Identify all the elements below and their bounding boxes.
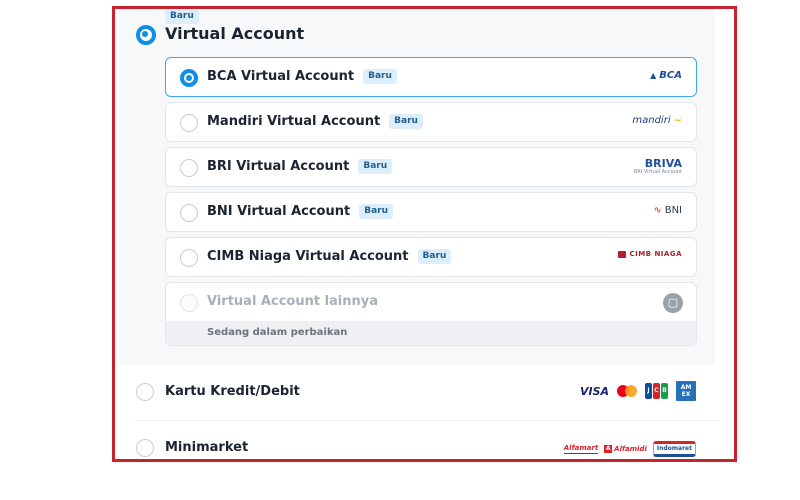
bni-logo: ∿ BNI	[653, 205, 682, 216]
briva-logo: BRIVA BRI Virtual Account	[633, 157, 682, 175]
credit-card-radio[interactable]	[136, 383, 154, 401]
maintenance-notice: Sedang dalam perbaikan	[166, 321, 696, 345]
bank-option-bca[interactable]: BCA Virtual Account Baru ▲ BCA	[165, 57, 697, 97]
other-va-radio	[180, 294, 198, 312]
bank-option-bri[interactable]: BRI Virtual Account Baru BRIVA BRI Virtu…	[165, 147, 697, 187]
jcb-logo: JCB	[645, 383, 668, 399]
bank-option-cimb-niaga[interactable]: CIMB Niaga Virtual Account Baru CIMB NIA…	[165, 237, 697, 277]
virtual-account-title[interactable]: Virtual Account	[165, 24, 304, 43]
other-va-label: Virtual Account lainnya	[207, 294, 379, 309]
section-credit-debit-card[interactable]: Kartu Kredit/Debit VISA JCB AM EX	[115, 365, 734, 421]
alfamart-logo: Alfamart	[563, 444, 599, 454]
bank-option-bni[interactable]: BNI Virtual Account Baru ∿ BNI	[165, 192, 697, 232]
mandiri-logo: mandiri ~	[632, 115, 682, 126]
bank-icon: ▢	[663, 293, 683, 313]
minimarket-logos: Alfamart A Alfamidi Indomaret	[563, 441, 696, 457]
minimarket-title: Minimarket	[165, 440, 249, 455]
bni-label: BNI Virtual Account	[207, 204, 351, 219]
mandiri-radio[interactable]	[180, 114, 198, 132]
alfamidi-logo: A Alfamidi	[604, 445, 647, 453]
payment-method-panel: Baru Virtual Account BCA Virtual Account…	[112, 6, 737, 462]
group-new-badge: Baru	[165, 9, 199, 24]
screen: Baru Virtual Account BCA Virtual Account…	[0, 0, 800, 500]
card-network-logos: VISA JCB AM EX	[580, 381, 696, 401]
mastercard-logo	[617, 385, 637, 397]
bca-label: BCA Virtual Account	[207, 69, 355, 84]
bca-new-badge: Baru	[363, 69, 397, 84]
indomaret-logo: Indomaret	[652, 441, 696, 457]
bank-option-other-va: Virtual Account lainnya ▢ Sedang dalam p…	[165, 282, 697, 346]
cimb-new-badge: Baru	[417, 249, 452, 264]
virtual-account-radio[interactable]	[136, 25, 156, 45]
bca-radio[interactable]	[180, 69, 198, 87]
minimarket-radio[interactable]	[136, 439, 154, 457]
credit-card-title: Kartu Kredit/Debit	[165, 384, 300, 399]
mandiri-label: Mandiri Virtual Account	[207, 114, 381, 129]
bni-radio[interactable]	[180, 204, 198, 222]
bni-new-badge: Baru	[359, 204, 393, 219]
bri-new-badge: Baru	[358, 159, 393, 174]
cimb-label: CIMB Niaga Virtual Account	[207, 249, 409, 264]
bca-logo: ▲ BCA	[650, 70, 682, 81]
visa-logo: VISA	[579, 384, 609, 398]
amex-logo: AM EX	[676, 381, 696, 401]
bri-label: BRI Virtual Account	[207, 159, 350, 174]
cimb-niaga-logo: CIMB NIAGA	[618, 250, 682, 258]
bank-option-mandiri[interactable]: Mandiri Virtual Account Baru mandiri ~	[165, 102, 697, 142]
bri-radio[interactable]	[180, 159, 198, 177]
cimb-radio[interactable]	[180, 249, 198, 267]
section-minimarket[interactable]: Minimarket Alfamart A Alfamidi Indomaret	[115, 421, 734, 459]
mandiri-new-badge: Baru	[389, 114, 423, 129]
